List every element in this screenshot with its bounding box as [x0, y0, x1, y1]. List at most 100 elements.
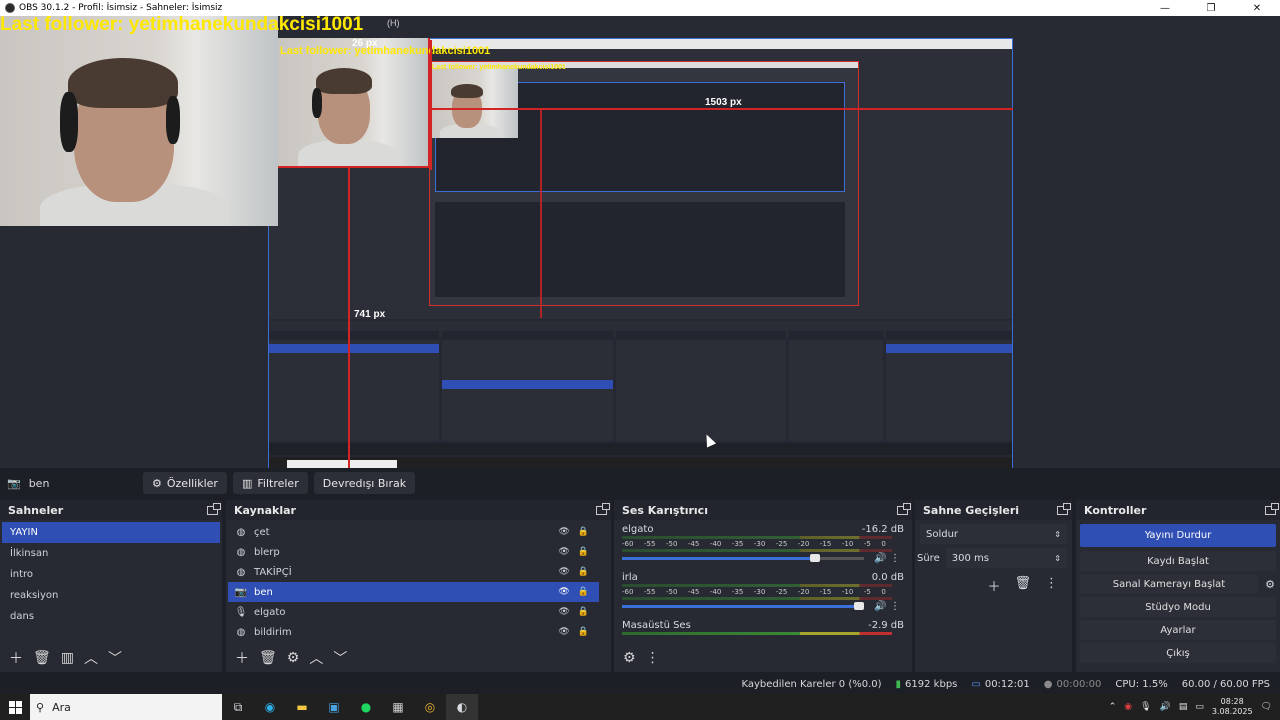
- source-item[interactable]: ◍ çet 👁 🔒: [228, 522, 599, 542]
- chevron-down-icon[interactable]: ﹀: [108, 648, 122, 668]
- scenes-list: YAYIN İlkinsan intro reaksiyon dans: [0, 520, 222, 627]
- source-item[interactable]: ◍ blerp 👁 🔒: [228, 542, 599, 562]
- undock-icon[interactable]: [1265, 502, 1279, 515]
- lock-icon[interactable]: 🔒: [578, 567, 589, 577]
- undock-icon[interactable]: [207, 502, 221, 515]
- guide-line: [430, 108, 1013, 110]
- exit-button[interactable]: Çıkış: [1080, 643, 1276, 663]
- clock[interactable]: 08:28 3.08.2025: [1212, 697, 1253, 717]
- scene-item[interactable]: dans: [2, 606, 220, 627]
- guide-line: [540, 108, 542, 318]
- follower-overlay-nested: Last follower: yetimhanekundakcisi1001: [280, 45, 491, 57]
- lock-icon[interactable]: 🔒: [578, 627, 589, 637]
- scene-item[interactable]: YAYIN: [2, 522, 220, 543]
- lock-icon[interactable]: 🔒: [578, 587, 589, 597]
- battery-icon[interactable]: ▭: [1195, 702, 1204, 712]
- add-transition-icon[interactable]: ＋: [987, 576, 1000, 595]
- eye-icon[interactable]: 👁: [558, 587, 569, 597]
- volume-icon[interactable]: 🔊: [1160, 702, 1171, 712]
- volume-slider[interactable]: [622, 554, 864, 562]
- speaker-icon[interactable]: 🔊 ⋮: [874, 553, 900, 564]
- filters-button[interactable]: ▥ Filtreler: [232, 472, 308, 494]
- source-item[interactable]: 🎙 elgato 👁 🔒: [228, 602, 599, 622]
- volume-meter: [622, 584, 892, 587]
- scene-item[interactable]: İlkinsan: [2, 543, 220, 564]
- task-view-icon[interactable]: ⧉: [222, 694, 254, 720]
- source-item[interactable]: 📷 ben 👁 🔒: [228, 582, 599, 602]
- chevron-up-icon[interactable]: ︿: [309, 648, 323, 668]
- eye-icon[interactable]: 👁: [558, 627, 569, 637]
- record-indicator-icon[interactable]: ◉: [1124, 702, 1132, 712]
- chevron-down-icon[interactable]: ﹀: [333, 648, 347, 668]
- chrome-icon[interactable]: ◎: [414, 694, 446, 720]
- scene-item[interactable]: reaksiyon: [2, 585, 220, 606]
- settings-button[interactable]: Ayarlar: [1080, 620, 1276, 640]
- gear-icon[interactable]: ⚙: [287, 650, 300, 666]
- close-button[interactable]: ✕: [1234, 3, 1280, 14]
- more-icon[interactable]: ⋮: [646, 650, 660, 666]
- source-item[interactable]: ◍ bildirim 👁 🔒: [228, 622, 599, 642]
- preview-canvas[interactable]: Last follower: yetimhanekundakcisi1001 (…: [0, 16, 1280, 468]
- lock-icon[interactable]: 🔒: [578, 527, 589, 537]
- undock-icon[interactable]: [1057, 502, 1071, 515]
- notifications-icon[interactable]: 🗨: [1261, 702, 1272, 712]
- source-item[interactable]: ◍ TAKİPÇİ 👁 🔒: [228, 562, 599, 582]
- stop-stream-button[interactable]: Yayını Durdur: [1080, 524, 1276, 547]
- add-source-icon[interactable]: ＋: [235, 648, 249, 668]
- start-recording-button[interactable]: Kaydı Başlat: [1080, 551, 1276, 571]
- network-icon[interactable]: ▤: [1179, 702, 1188, 712]
- file-explorer-icon[interactable]: ▬: [286, 694, 318, 720]
- more-icon[interactable]: ⋮: [1045, 576, 1058, 595]
- taskbar-search[interactable]: ⚲ Ara: [30, 694, 222, 720]
- start-button[interactable]: [0, 694, 30, 720]
- webcam-source[interactable]: [0, 16, 278, 226]
- gear-icon[interactable]: ⚙: [623, 650, 636, 666]
- edge-icon[interactable]: ◉: [254, 694, 286, 720]
- minimize-button[interactable]: —: [1142, 3, 1188, 14]
- controls-dock: Kontroller Yayını Durdur Kaydı Başlat Sa…: [1076, 500, 1280, 672]
- eye-icon[interactable]: 👁: [558, 567, 569, 577]
- spotify-icon[interactable]: ●: [350, 694, 382, 720]
- properties-button[interactable]: ⚙ Özellikler: [143, 472, 227, 494]
- deactivate-button[interactable]: Devredışı Bırak: [313, 472, 416, 494]
- bitrate: 6192 kbps: [905, 678, 958, 690]
- meter-tick: -55: [643, 588, 656, 596]
- dock-title: Kontroller: [1084, 503, 1147, 517]
- camera-icon: 📷: [234, 586, 248, 598]
- gear-icon[interactable]: ⚙: [1260, 578, 1280, 591]
- eye-icon[interactable]: 👁: [558, 527, 569, 537]
- chevron-up-icon[interactable]: ⌃: [1109, 702, 1117, 712]
- obs-icon[interactable]: ◐: [446, 694, 478, 720]
- trash-icon[interactable]: 🗑: [1014, 576, 1031, 595]
- store-icon[interactable]: ▣: [318, 694, 350, 720]
- duration-input[interactable]: 300 ms ⇕: [945, 548, 1067, 568]
- stream-icon: ▭: [971, 678, 981, 690]
- trash-icon[interactable]: 🗑: [33, 650, 51, 666]
- undock-icon[interactable]: [897, 502, 911, 515]
- lock-icon[interactable]: 🔒: [578, 547, 589, 557]
- meter-tick: -5: [863, 588, 871, 596]
- meter-tick: -30: [753, 540, 766, 548]
- maximize-button[interactable]: ❐: [1188, 3, 1234, 14]
- trash-icon[interactable]: 🗑: [259, 650, 277, 666]
- add-scene-icon[interactable]: ＋: [9, 648, 23, 668]
- mic-icon[interactable]: 🎙: [1140, 702, 1151, 712]
- filter-icon[interactable]: ▥: [61, 650, 74, 666]
- chevron-up-icon[interactable]: ︿: [84, 648, 98, 668]
- volume-slider[interactable]: [622, 602, 864, 610]
- eye-icon[interactable]: 👁: [558, 607, 569, 617]
- scene-item[interactable]: intro: [2, 564, 220, 585]
- spin-icon: ⇕: [1054, 553, 1061, 563]
- windows-logo-icon: [8, 700, 22, 714]
- start-virtual-camera-button[interactable]: Sanal Kamerayı Başlat: [1080, 574, 1258, 594]
- lock-icon[interactable]: 🔒: [578, 607, 589, 617]
- speaker-icon[interactable]: 🔊 ⋮: [874, 601, 900, 612]
- transition-select[interactable]: Soldur ⇕: [920, 524, 1067, 544]
- studio-mode-button[interactable]: Stüdyo Modu: [1080, 597, 1276, 617]
- mixer-channel: Masaüstü Ses -2.9 dB: [614, 616, 912, 642]
- meter-tick: -25: [775, 540, 788, 548]
- undock-icon[interactable]: [596, 502, 610, 515]
- eye-icon[interactable]: 👁: [558, 547, 569, 557]
- calculator-icon[interactable]: ▦: [382, 694, 414, 720]
- audio-mixer-dock: Ses Karıştırıcı elgato -16.2 dB -60 -55 -50…: [614, 500, 912, 672]
